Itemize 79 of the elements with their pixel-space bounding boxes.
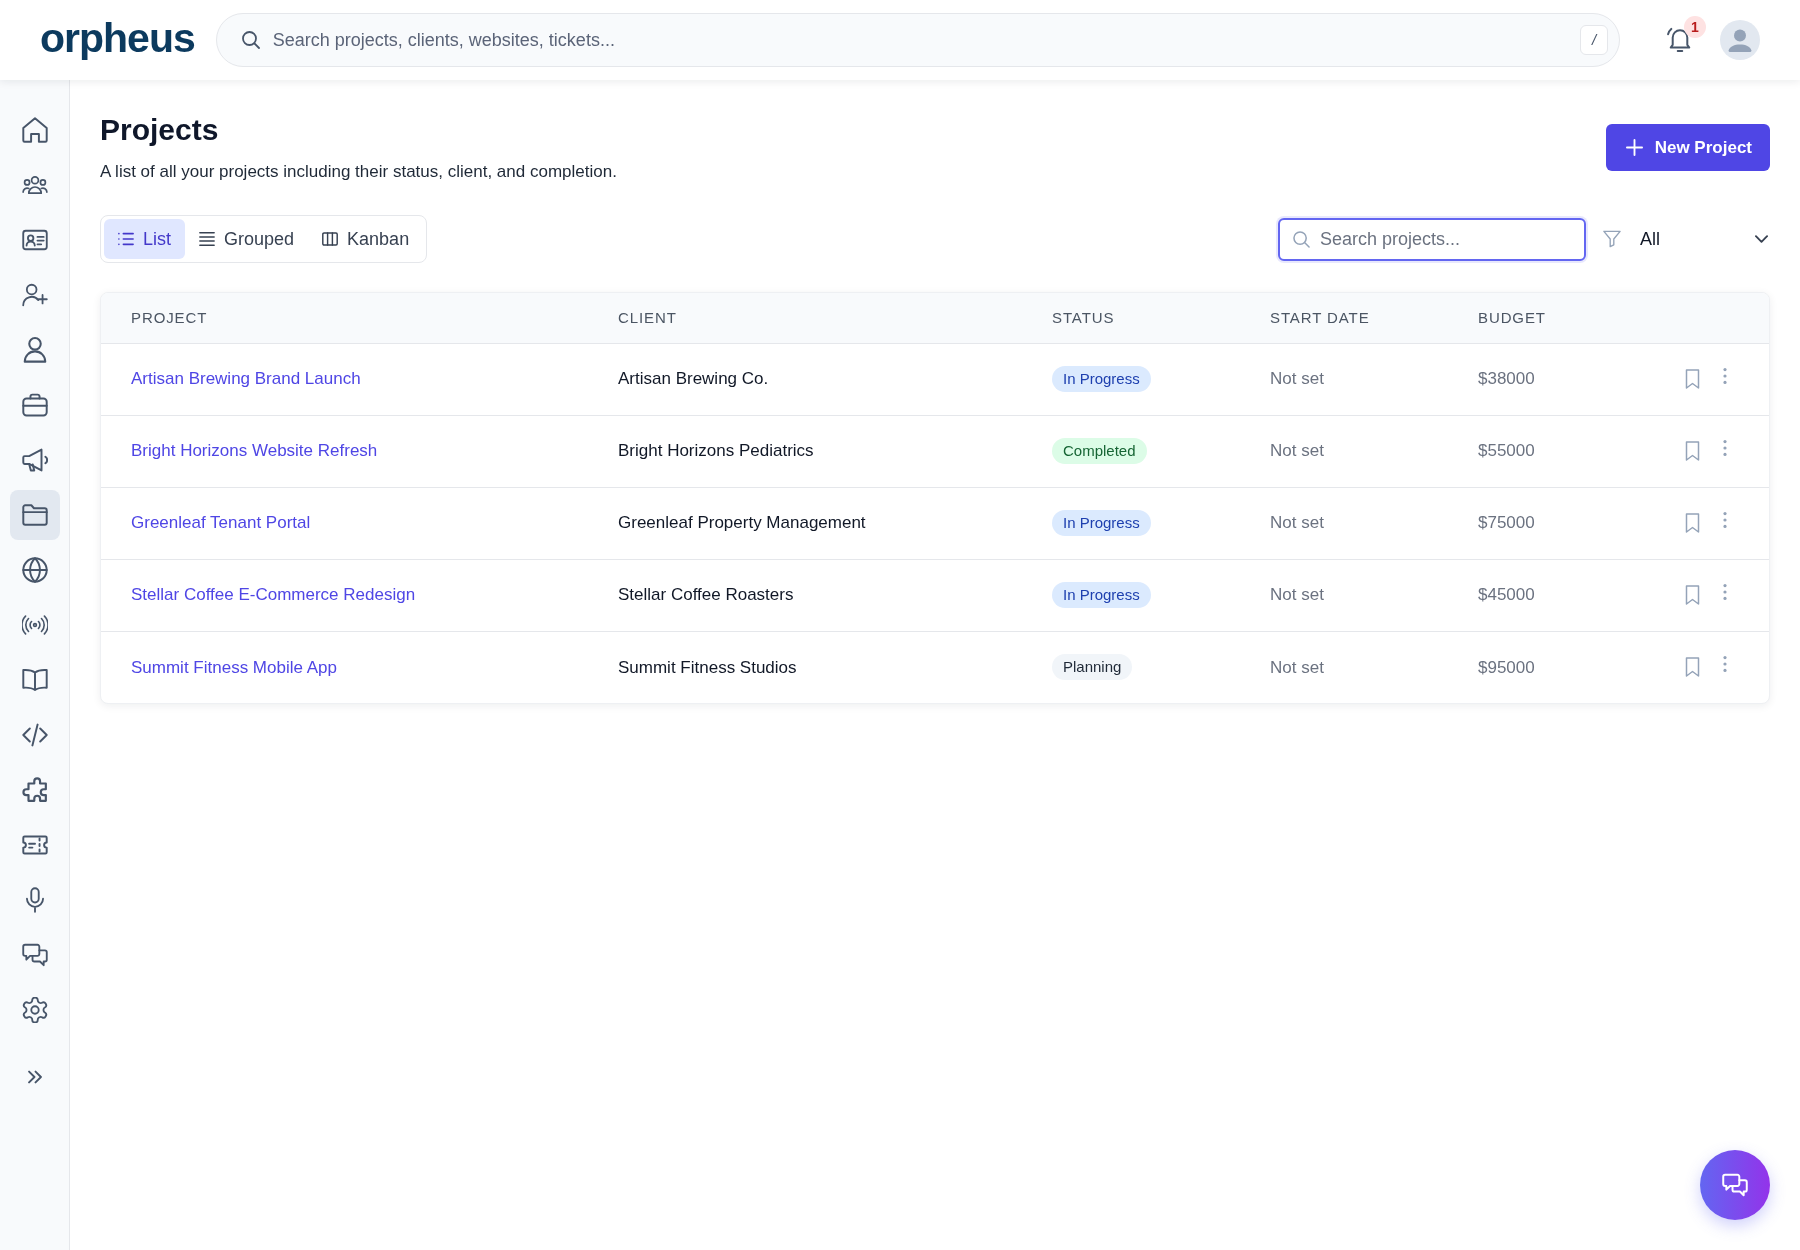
project-search-field[interactable]: Search projects... <box>1278 217 1586 261</box>
bookmark-icon[interactable] <box>1684 585 1701 605</box>
view-tab[interactable]: Kanban <box>308 219 424 259</box>
budget-amount: $45000 <box>1478 585 1535 605</box>
column-header: BUDGET <box>1478 293 1671 343</box>
client-name: Greenleaf Property Management <box>618 513 866 533</box>
bookmark-icon[interactable] <box>1684 513 1701 533</box>
client-name: Summit Fitness Studios <box>618 657 797 677</box>
project-link[interactable]: Greenleaf Tenant Portal <box>131 513 311 533</box>
more-options-icon[interactable] <box>1723 440 1727 456</box>
chevron-down-icon <box>1755 235 1768 243</box>
id-card-icon <box>21 227 48 253</box>
list-icon <box>118 231 134 247</box>
start-date: Not set <box>1270 657 1324 677</box>
search-icon <box>1293 230 1310 248</box>
column-header: CLIENT <box>618 293 1052 343</box>
project-link[interactable]: Artisan Brewing Brand Launch <box>131 369 361 389</box>
page-title: Projects <box>100 112 220 148</box>
globe-icon <box>21 557 48 583</box>
user-plus-icon <box>21 282 48 308</box>
broadcast-icon <box>21 612 48 638</box>
sidebar-nav-button[interactable] <box>9 490 60 540</box>
notification-count-badge: 1 <box>1684 16 1706 38</box>
client-name: Artisan Brewing Co. <box>618 369 769 389</box>
status-tag: In Progress <box>1052 510 1151 536</box>
columns-icon <box>322 231 339 247</box>
project-link[interactable]: Summit Fitness Mobile App <box>131 657 337 677</box>
status-filter-dropdown[interactable]: All <box>1640 217 1770 261</box>
budget-amount: $38000 <box>1478 369 1535 389</box>
code-icon <box>21 722 48 748</box>
budget-amount: $75000 <box>1478 513 1535 533</box>
more-options-icon[interactable] <box>1723 368 1727 384</box>
client-name: Bright Horizons Pediatrics <box>618 441 814 461</box>
more-options-icon[interactable] <box>1723 512 1727 528</box>
status-tag: Planning <box>1052 654 1133 681</box>
column-header: START DATE <box>1270 293 1478 343</box>
client-name: Stellar Coffee Roasters <box>618 585 794 605</box>
more-options-icon[interactable] <box>1723 656 1727 673</box>
user-icon <box>21 337 48 363</box>
column-header: PROJECT <box>101 293 618 343</box>
double-chevron-icon <box>27 1070 42 1084</box>
shortcut-key: / <box>1580 25 1608 55</box>
stacked-lines-icon <box>199 231 215 247</box>
chat-bubbles-icon <box>21 942 48 968</box>
avatar-icon[interactable] <box>1720 20 1760 60</box>
logo[interactable]: orpheus <box>40 17 195 63</box>
budget-amount: $95000 <box>1478 657 1535 677</box>
view-tab[interactable]: Grouped <box>185 219 309 259</box>
status-tag: Completed <box>1052 438 1147 464</box>
bookmark-icon[interactable] <box>1684 369 1701 389</box>
bell-icon[interactable] <box>1667 27 1693 53</box>
briefcase-icon <box>21 392 48 418</box>
search-icon <box>241 31 260 49</box>
view-tab[interactable]: List <box>104 219 185 259</box>
book-icon <box>21 667 48 693</box>
megaphone-icon <box>21 447 48 473</box>
budget-amount: $55000 <box>1478 441 1535 461</box>
settings-icon <box>21 997 48 1023</box>
project-link[interactable]: Bright Horizons Website Refresh <box>131 441 378 461</box>
new-project-button[interactable]: New Project <box>1605 124 1770 171</box>
project-link[interactable]: Stellar Coffee E-Commerce Redesign <box>131 585 416 605</box>
start-date: Not set <box>1270 369 1324 389</box>
page-subtitle: A list of all your projects including their status, client, and completion. <box>100 161 617 183</box>
chat-button[interactable] <box>1700 1150 1770 1220</box>
bookmark-icon[interactable] <box>1684 657 1701 678</box>
status-tag: In Progress <box>1052 582 1151 608</box>
home-icon <box>21 117 48 143</box>
column-header: STATUS <box>1052 293 1270 343</box>
filter-icon[interactable] <box>1603 230 1621 248</box>
chat-bubbles-icon <box>1722 1173 1748 1197</box>
status-tag: In Progress <box>1052 366 1151 392</box>
plus-icon <box>1625 139 1643 156</box>
more-options-icon[interactable] <box>1723 584 1727 600</box>
start-date: Not set <box>1270 513 1324 533</box>
puzzle-icon <box>21 777 48 803</box>
start-date: Not set <box>1270 441 1324 461</box>
start-date: Not set <box>1270 585 1324 605</box>
folder-icon <box>21 502 48 528</box>
bookmark-icon[interactable] <box>1684 441 1701 461</box>
